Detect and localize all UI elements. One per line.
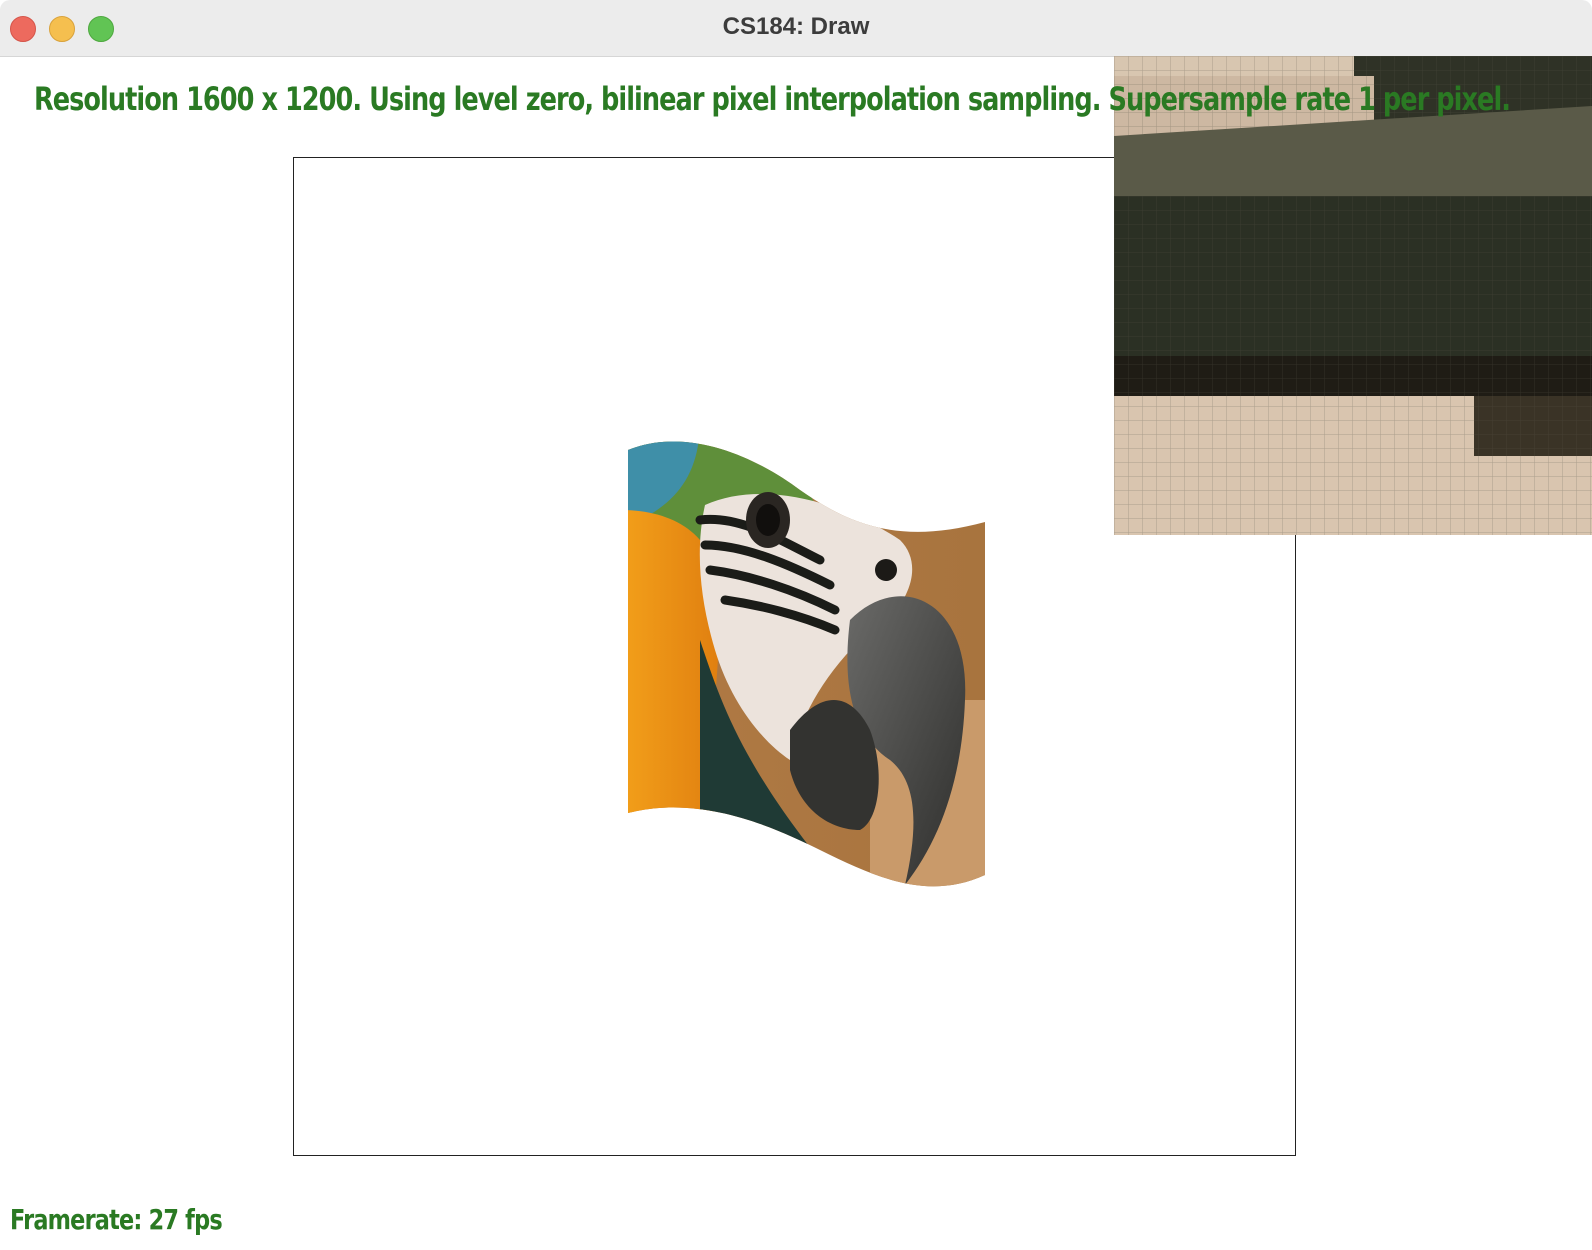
framerate-label: Framerate: 27 fps — [10, 1203, 223, 1236]
zoom-pixel-grid — [1114, 56, 1592, 535]
status-line: Resolution 1600 x 1200. Using level zero… — [34, 80, 1511, 118]
zoom-inset — [1114, 56, 1592, 535]
